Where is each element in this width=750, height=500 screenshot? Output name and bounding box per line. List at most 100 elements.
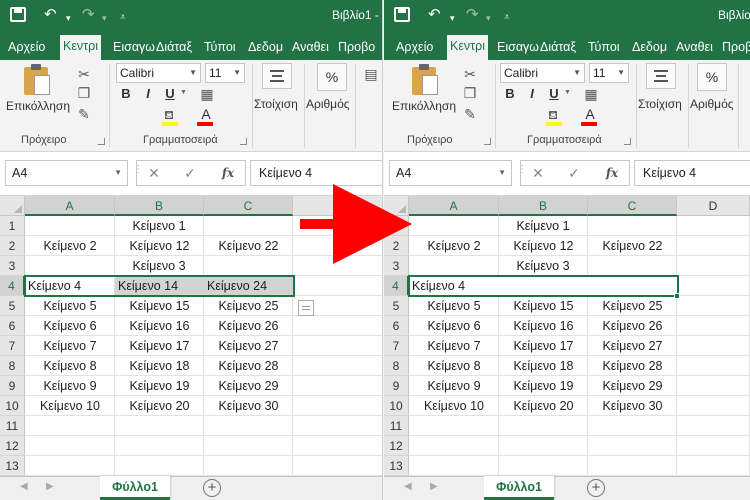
cell[interactable] — [677, 316, 750, 336]
bold-button[interactable]: B — [502, 86, 518, 102]
tab-data[interactable]: Δεδομ — [630, 36, 669, 60]
cell[interactable] — [293, 416, 383, 436]
tab-file[interactable]: Αρχείο — [6, 36, 47, 60]
paste-icon[interactable] — [412, 64, 440, 96]
tab-formulas[interactable]: Τύποι — [586, 36, 622, 60]
cell[interactable] — [293, 436, 383, 456]
fill-color-icon[interactable]: ⛾ — [160, 107, 178, 123]
tab-formulas[interactable]: Τύποι — [202, 36, 238, 60]
cell[interactable] — [115, 456, 204, 476]
cell[interactable] — [293, 216, 383, 236]
cell[interactable] — [677, 356, 750, 376]
alignment-icon[interactable] — [262, 63, 292, 89]
quick-analysis-icon[interactable] — [298, 300, 314, 316]
row-header[interactable]: 11 — [384, 416, 409, 436]
tab-review[interactable]: Αναθει — [290, 36, 331, 60]
save-icon[interactable] — [10, 7, 26, 22]
cell[interactable] — [204, 436, 293, 456]
number-button[interactable]: Αριθμός — [306, 97, 350, 111]
insert-function-button[interactable]: fx — [603, 164, 621, 182]
tab-insert[interactable]: Εισαγω — [111, 36, 157, 60]
row-header[interactable]: 1 — [384, 216, 409, 236]
undo-icon[interactable]: ↶ — [428, 6, 441, 24]
cell[interactable] — [293, 256, 383, 276]
row-header[interactable]: 2 — [0, 236, 25, 256]
row-header[interactable]: 5 — [384, 296, 409, 316]
cell[interactable] — [293, 376, 383, 396]
column-header-c[interactable]: C — [204, 196, 293, 216]
row-header[interactable]: 10 — [0, 396, 25, 416]
row-header-selected[interactable]: 4 — [384, 276, 409, 296]
alignment-icon[interactable] — [646, 63, 676, 89]
column-header-d[interactable]: D — [293, 196, 383, 216]
format-painter-icon[interactable]: ✎ — [75, 106, 93, 122]
font-color-icon[interactable]: A — [197, 106, 215, 122]
sheet-tab-active[interactable]: Φύλλο1 — [100, 476, 170, 500]
tab-layout[interactable]: Διάταξ — [154, 36, 194, 60]
alignment-button[interactable]: Στοίχιση — [638, 97, 682, 111]
selection-range[interactable] — [24, 275, 295, 297]
number-format-icon[interactable]: % — [697, 63, 727, 91]
sheet-prev-icon[interactable]: ◀ — [404, 481, 412, 492]
redo-icon[interactable]: ↷ — [466, 6, 479, 24]
row-header[interactable]: 6 — [0, 316, 25, 336]
font-size-select[interactable]: 11 ▼ — [589, 63, 629, 83]
sheet-next-icon[interactable]: ▶ — [430, 481, 438, 492]
cell[interactable] — [677, 236, 750, 256]
row-header[interactable]: 13 — [384, 456, 409, 476]
clipboard-launcher-icon[interactable] — [484, 138, 491, 145]
redo-icon[interactable]: ↷ — [82, 6, 95, 24]
cell[interactable] — [115, 416, 204, 436]
cell[interactable] — [677, 436, 750, 456]
cell[interactable] — [204, 416, 293, 436]
redo-dropdown-icon[interactable]: ▾ — [486, 9, 491, 27]
column-header-b[interactable]: B — [115, 196, 204, 216]
row-header[interactable]: 7 — [384, 336, 409, 356]
name-box[interactable]: A4 ▼ — [5, 160, 128, 186]
conditional-format-icon[interactable]: ▤ — [362, 66, 380, 82]
cell[interactable] — [293, 236, 383, 256]
italic-button[interactable]: I — [140, 86, 156, 102]
column-header-a[interactable]: A — [25, 196, 115, 216]
paste-button[interactable]: Επικόλληση — [392, 99, 456, 113]
cell[interactable] — [25, 416, 115, 436]
tab-review[interactable]: Αναθει — [674, 36, 715, 60]
italic-button[interactable]: I — [524, 86, 540, 102]
row-header[interactable]: 6 — [384, 316, 409, 336]
font-name-select[interactable]: Calibri ▼ — [500, 63, 585, 83]
formula-input[interactable]: Κείμενο 4 — [634, 160, 750, 186]
format-painter-icon[interactable]: ✎ — [461, 106, 479, 122]
cell[interactable] — [499, 436, 588, 456]
formula-input[interactable]: Κείμενο 4 — [250, 160, 383, 186]
cell[interactable] — [677, 276, 750, 296]
cell[interactable] — [25, 456, 115, 476]
enter-icon[interactable]: ✓ — [565, 164, 583, 182]
undo-dropdown-icon[interactable]: ▾ — [450, 9, 455, 27]
add-sheet-button[interactable]: + — [203, 479, 221, 497]
row-header[interactable]: 9 — [384, 376, 409, 396]
clipboard-launcher-icon[interactable] — [98, 138, 105, 145]
paste-button[interactable]: Επικόλληση — [6, 99, 70, 113]
cell[interactable] — [588, 416, 677, 436]
save-icon[interactable] — [394, 7, 410, 22]
alignment-button[interactable]: Στοίχιση — [254, 97, 298, 111]
cell[interactable] — [204, 456, 293, 476]
copy-icon[interactable]: ❐ — [461, 85, 479, 101]
column-header-a[interactable]: A — [409, 196, 499, 216]
name-box[interactable]: A4 ▼ — [389, 160, 512, 186]
cell[interactable] — [677, 216, 750, 236]
cancel-icon[interactable]: ✕ — [529, 164, 547, 182]
enter-icon[interactable]: ✓ — [181, 164, 199, 182]
tab-view[interactable]: Προβο — [720, 36, 750, 60]
tab-data[interactable]: Δεδομ — [246, 36, 285, 60]
number-format-icon[interactable]: % — [317, 63, 347, 91]
borders-icon[interactable]: ▦ — [198, 86, 216, 102]
row-header[interactable]: 7 — [0, 336, 25, 356]
cell[interactable] — [677, 456, 750, 476]
cell[interactable] — [293, 456, 383, 476]
tab-file[interactable]: Αρχείο — [394, 36, 435, 60]
underline-button[interactable]: U — [162, 86, 178, 102]
tab-view[interactable]: Προβο — [336, 36, 377, 60]
underline-dropdown-icon[interactable]: ▼ — [564, 89, 571, 96]
cell[interactable] — [677, 256, 750, 276]
